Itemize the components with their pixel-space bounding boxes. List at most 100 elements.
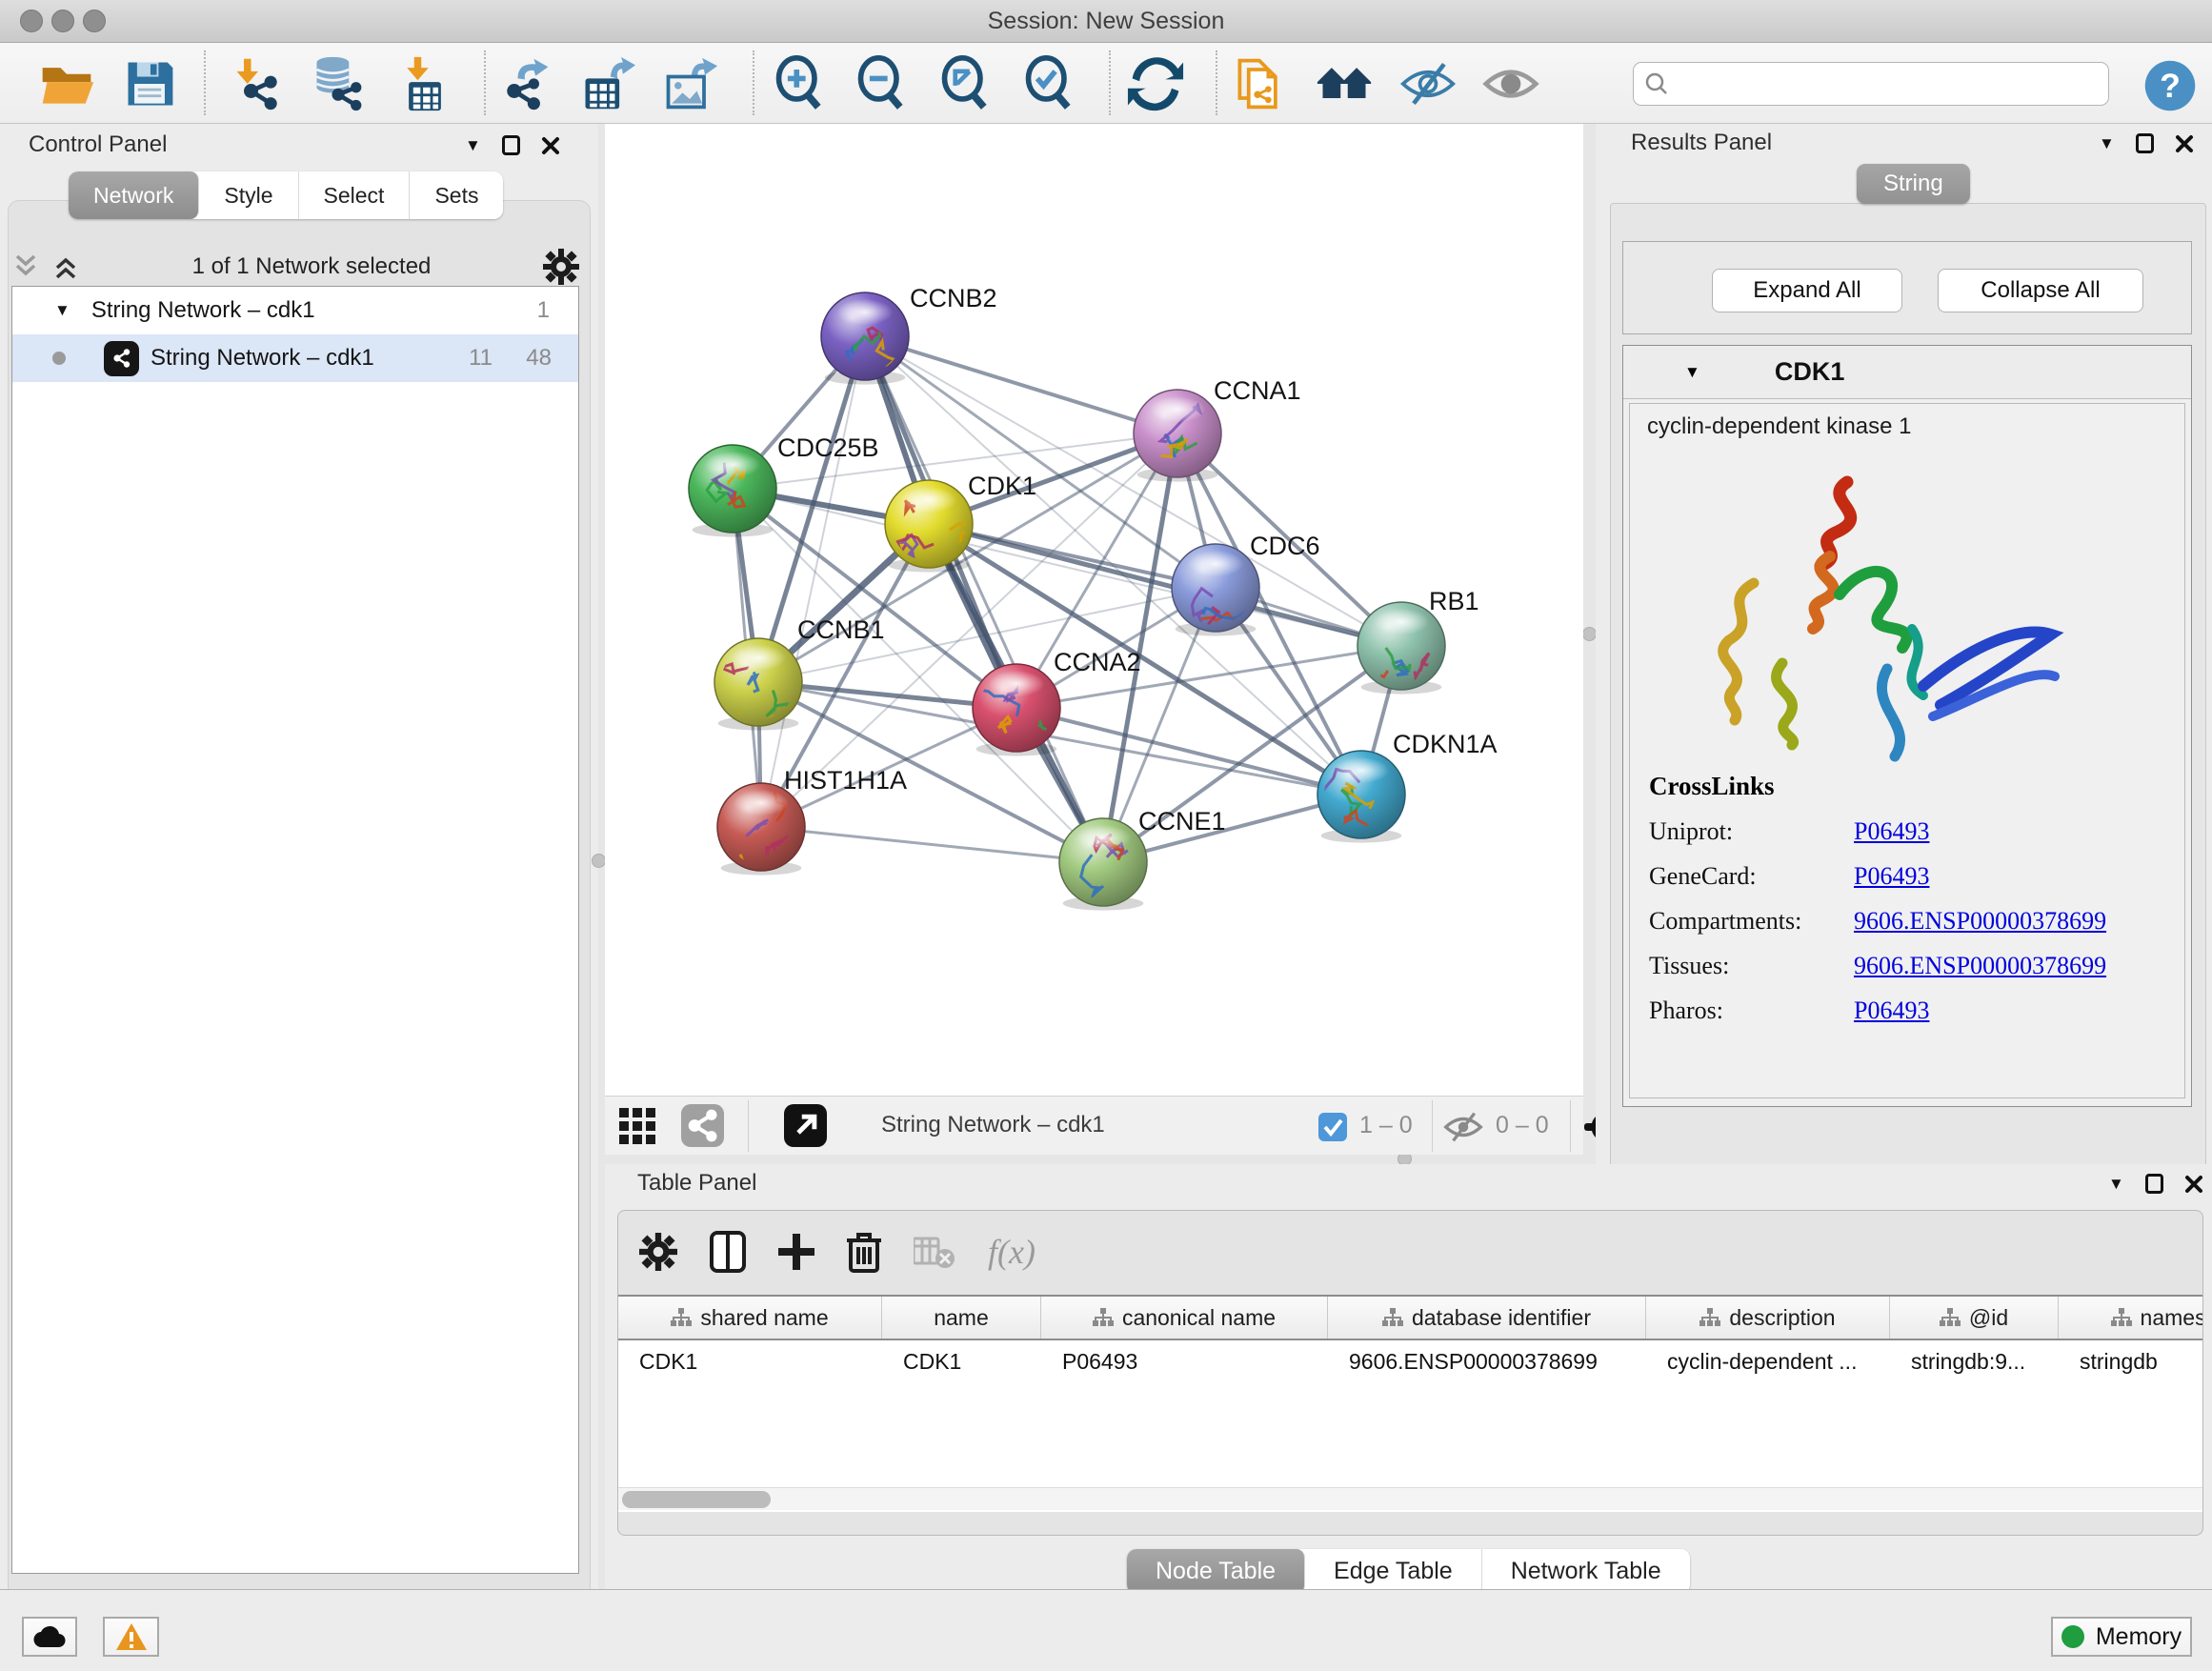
table-options-gear-icon[interactable]: [639, 1233, 677, 1271]
panel-menu-icon[interactable]: ▼: [2099, 135, 2115, 151]
copy-document-icon[interactable]: [1231, 55, 1288, 112]
expand-all-button[interactable]: Expand All: [1712, 269, 1902, 312]
tab-style[interactable]: Style: [199, 171, 298, 219]
hide-panel-eye-icon[interactable]: [1399, 55, 1457, 112]
protein-details-box: ▼ CDK1 cyclin-dependent kinase 1: [1622, 345, 2192, 1107]
network-node-hist1h1a[interactable]: HIST1H1A: [713, 766, 907, 887]
open-session-icon[interactable]: [38, 55, 95, 112]
panel-menu-icon[interactable]: ▼: [465, 137, 481, 153]
import-network-from-database-icon[interactable]: [310, 55, 367, 112]
network-canvas[interactable]: CCNB2CCNA1CDC25BCDK1CDC6RB1CCNB1CCNA2CDK…: [605, 124, 1583, 1096]
tab-select[interactable]: Select: [299, 171, 411, 219]
control-panel: Control Panel ▼ NetworkStyleSelectSets 1…: [0, 124, 598, 1589]
tab-edge-table[interactable]: Edge Table: [1305, 1549, 1482, 1594]
table-cell[interactable]: stringdb:9...: [1890, 1349, 2059, 1375]
tab-network[interactable]: Network: [69, 171, 199, 219]
zoom-out-icon[interactable]: [854, 55, 911, 112]
column-header-description[interactable]: description: [1646, 1297, 1890, 1339]
collapse-all-icon[interactable]: [11, 252, 40, 281]
crosslink-link[interactable]: P06493: [1854, 817, 1929, 846]
protein-section-header[interactable]: ▼ CDK1: [1623, 346, 2191, 399]
warnings-button[interactable]: [103, 1617, 159, 1657]
memory-button[interactable]: Memory: [2051, 1617, 2192, 1657]
table-cell[interactable]: stringdb: [2059, 1349, 2202, 1375]
scrollbar-thumb[interactable]: [622, 1491, 771, 1508]
tree-expand-icon[interactable]: ▼: [54, 301, 70, 320]
hidden-elements-eye-icon: [1443, 1111, 1483, 1143]
network-node-cdc25b[interactable]: CDC25B: [689, 433, 879, 537]
tab-sets[interactable]: Sets: [410, 171, 503, 219]
network-edge[interactable]: [761, 336, 865, 827]
column-header-name[interactable]: name: [882, 1297, 1041, 1339]
import-table-icon[interactable]: [396, 55, 453, 112]
float-panel-icon[interactable]: [2136, 133, 2154, 153]
network-overview-icon[interactable]: [681, 1104, 724, 1147]
export-table-icon[interactable]: [578, 55, 635, 112]
search-field[interactable]: [1633, 62, 2109, 106]
zoom-in-icon[interactable]: [772, 55, 829, 112]
import-network-icon[interactable]: [230, 55, 287, 112]
collapse-all-button[interactable]: Collapse All: [1938, 269, 2143, 312]
right-splitter-handle[interactable]: [1582, 627, 1597, 641]
float-panel-icon[interactable]: [2145, 1174, 2163, 1194]
help-icon[interactable]: ?: [2142, 57, 2199, 114]
network-options-gear-icon[interactable]: [543, 249, 579, 285]
zoom-selected-icon[interactable]: [1021, 55, 1078, 112]
tab-network-table[interactable]: Network Table: [1482, 1549, 1690, 1594]
crosslink-link[interactable]: P06493: [1854, 862, 1929, 891]
node-table[interactable]: shared namenamecanonical namedatabase id…: [618, 1295, 2202, 1512]
show-columns-icon[interactable]: [710, 1231, 746, 1273]
table-horizontal-scrollbar[interactable]: [618, 1487, 2202, 1510]
network-edge[interactable]: [929, 524, 1401, 646]
create-column-icon[interactable]: [778, 1234, 814, 1270]
network-node-cdc6[interactable]: CDC6: [1172, 532, 1320, 649]
panel-menu-icon[interactable]: ▼: [2108, 1176, 2124, 1192]
network-view-title: String Network – cdk1: [881, 1112, 1105, 1138]
column-header-canonical-name[interactable]: canonical name: [1041, 1297, 1328, 1339]
crosslink-label: Uniprot:: [1649, 817, 1854, 846]
export-network-icon[interactable]: [496, 55, 553, 112]
export-image-icon[interactable]: [661, 55, 718, 112]
close-panel-icon[interactable]: [2184, 1175, 2203, 1194]
network-edge[interactable]: [761, 827, 1103, 862]
zoom-fit-icon[interactable]: [937, 55, 995, 112]
close-panel-icon[interactable]: [2175, 134, 2194, 153]
show-panel-eye-icon[interactable]: [1482, 55, 1539, 112]
table-cell[interactable]: 9606.ENSP00000378699: [1328, 1349, 1646, 1375]
refresh-icon[interactable]: [1127, 55, 1184, 112]
network-node-rb1[interactable]: RB1: [1357, 587, 1479, 695]
left-splitter-handle[interactable]: [592, 854, 606, 868]
network-node-ccna1[interactable]: CCNA1: [1134, 376, 1301, 482]
column-header--id[interactable]: @id: [1890, 1297, 2059, 1339]
crosslink-link[interactable]: P06493: [1854, 997, 1929, 1025]
column-header-namespace[interactable]: namespace: [2059, 1297, 2202, 1339]
network-row[interactable]: String Network – cdk1 11 48: [12, 334, 578, 382]
delete-column-icon[interactable]: [847, 1231, 881, 1273]
section-collapse-icon[interactable]: ▼: [1684, 363, 1700, 382]
tab-string[interactable]: String: [1857, 164, 1970, 204]
network-node-ccnb1[interactable]: CCNB1: [714, 615, 885, 735]
column-header-shared-name[interactable]: shared name: [618, 1297, 882, 1339]
crosslink-link[interactable]: 9606.ENSP00000378699: [1854, 952, 2106, 980]
open-in-new-window-icon[interactable]: [784, 1104, 827, 1147]
table-cell[interactable]: cyclin-dependent ...: [1646, 1349, 1890, 1375]
network-collection-row[interactable]: ▼ String Network – cdk1 1: [12, 287, 578, 334]
table-cell[interactable]: P06493: [1041, 1349, 1328, 1375]
network-node-cdk1[interactable]: CDK1: [885, 472, 1036, 573]
column-header-database-identifier[interactable]: database identifier: [1328, 1297, 1646, 1339]
expand-all-icon[interactable]: [51, 252, 80, 281]
float-panel-icon[interactable]: [502, 135, 520, 155]
table-cell[interactable]: CDK1: [618, 1349, 882, 1375]
grid-view-icon[interactable]: [619, 1108, 659, 1144]
cloud-status-button[interactable]: [22, 1617, 77, 1657]
tab-node-table[interactable]: Node Table: [1127, 1549, 1305, 1594]
crosslink-link[interactable]: 9606.ENSP00000378699: [1854, 907, 2106, 936]
home-networks-icon[interactable]: [1316, 55, 1373, 112]
search-input[interactable]: [1670, 70, 2108, 97]
network-node-ccne1[interactable]: CCNE1: [1059, 807, 1226, 911]
network-node-cdkn1a[interactable]: CDKN1A: [1315, 730, 1498, 843]
save-session-icon[interactable]: [121, 55, 178, 112]
network-edge[interactable]: [865, 336, 1177, 433]
close-panel-icon[interactable]: [541, 136, 560, 155]
table-cell[interactable]: CDK1: [882, 1349, 1041, 1375]
